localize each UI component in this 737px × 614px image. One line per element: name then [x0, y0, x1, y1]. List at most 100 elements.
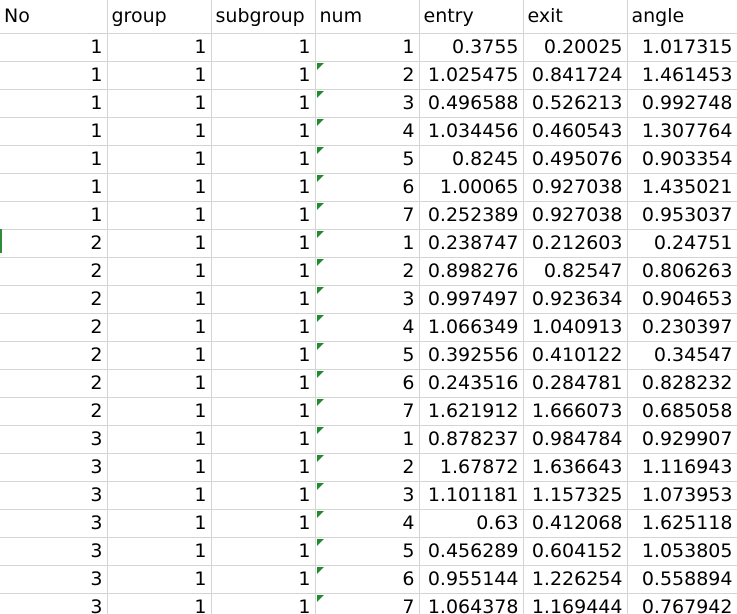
cell-no[interactable]: 3	[0, 565, 108, 594]
cell-no[interactable]: 3	[0, 593, 108, 614]
cell-angle[interactable]: 0.904653	[627, 285, 737, 314]
cell-group[interactable]: 1	[107, 313, 212, 342]
cell-group[interactable]: 1	[107, 89, 212, 118]
cell-group[interactable]: 1	[107, 397, 212, 426]
header-cell-angle[interactable]: angle	[627, 0, 737, 34]
cell-subgroup[interactable]: 1	[211, 481, 316, 510]
cell-no[interactable]: 1	[0, 61, 108, 90]
cell-no[interactable]: 3	[0, 509, 108, 538]
cell-entry[interactable]: 0.997497	[419, 285, 524, 314]
cell-group[interactable]: 1	[107, 257, 212, 286]
cell-no[interactable]: 2	[0, 257, 108, 286]
cell-entry[interactable]: 1.025475	[419, 61, 524, 90]
cell-subgroup[interactable]: 1	[211, 397, 316, 426]
cell-no[interactable]: 3	[0, 425, 108, 454]
cell-angle[interactable]: 1.053805	[627, 537, 737, 566]
cell-no[interactable]: 2	[0, 397, 108, 426]
cell-group[interactable]: 1	[107, 285, 212, 314]
cell-group[interactable]: 1	[107, 229, 212, 258]
cell-angle[interactable]: 0.929907	[627, 425, 737, 454]
cell-exit[interactable]: 0.927038	[523, 173, 628, 202]
cell-subgroup[interactable]: 1	[211, 117, 316, 146]
cell-exit[interactable]: 0.212603	[523, 229, 628, 258]
cell-exit[interactable]: 0.410122	[523, 341, 628, 370]
cell-group[interactable]: 1	[107, 509, 212, 538]
cell-angle[interactable]: 0.558894	[627, 565, 737, 594]
cell-num[interactable]: 6	[315, 369, 420, 398]
cell-subgroup[interactable]: 1	[211, 341, 316, 370]
cell-num[interactable]: 3	[315, 89, 420, 118]
cell-no[interactable]: 2	[0, 313, 108, 342]
cell-entry[interactable]: 1.00065	[419, 173, 524, 202]
cell-entry[interactable]: 1.621912	[419, 397, 524, 426]
cell-angle[interactable]: 0.992748	[627, 89, 737, 118]
header-cell-group[interactable]: group	[107, 0, 212, 34]
cell-group[interactable]: 1	[107, 117, 212, 146]
cell-no[interactable]: 2	[0, 369, 108, 398]
cell-entry[interactable]: 1.67872	[419, 453, 524, 482]
cell-exit[interactable]: 1.226254	[523, 565, 628, 594]
cell-entry[interactable]: 0.955144	[419, 565, 524, 594]
cell-exit[interactable]: 0.927038	[523, 201, 628, 230]
cell-entry[interactable]: 1.101181	[419, 481, 524, 510]
header-cell-entry[interactable]: entry	[419, 0, 524, 34]
cell-angle[interactable]: 0.230397	[627, 313, 737, 342]
cell-num[interactable]: 4	[315, 117, 420, 146]
cell-num[interactable]: 2	[315, 257, 420, 286]
cell-angle[interactable]: 0.953037	[627, 201, 737, 230]
cell-angle[interactable]: 0.24751	[627, 229, 737, 258]
cell-exit[interactable]: 0.412068	[523, 509, 628, 538]
cell-num[interactable]: 2	[315, 453, 420, 482]
cell-subgroup[interactable]: 1	[211, 369, 316, 398]
cell-subgroup[interactable]: 1	[211, 201, 316, 230]
cell-subgroup[interactable]: 1	[211, 537, 316, 566]
cell-num[interactable]: 5	[315, 537, 420, 566]
cell-group[interactable]: 1	[107, 369, 212, 398]
cell-subgroup[interactable]: 1	[211, 509, 316, 538]
cell-num[interactable]: 5	[315, 341, 420, 370]
cell-entry[interactable]: 0.8245	[419, 145, 524, 174]
cell-subgroup[interactable]: 1	[211, 173, 316, 202]
cell-no[interactable]: 3	[0, 537, 108, 566]
cell-entry[interactable]: 1.066349	[419, 313, 524, 342]
cell-group[interactable]: 1	[107, 145, 212, 174]
cell-group[interactable]: 1	[107, 481, 212, 510]
cell-no[interactable]: 1	[0, 173, 108, 202]
cell-group[interactable]: 1	[107, 537, 212, 566]
cell-subgroup[interactable]: 1	[211, 145, 316, 174]
cell-num[interactable]: 3	[315, 481, 420, 510]
cell-exit[interactable]: 0.923634	[523, 285, 628, 314]
cell-no[interactable]: 1	[0, 201, 108, 230]
cell-subgroup[interactable]: 1	[211, 61, 316, 90]
cell-subgroup[interactable]: 1	[211, 453, 316, 482]
cell-subgroup[interactable]: 1	[211, 89, 316, 118]
cell-angle[interactable]: 1.017315	[627, 33, 737, 62]
cell-no[interactable]: 1	[0, 145, 108, 174]
cell-exit[interactable]: 0.604152	[523, 537, 628, 566]
cell-exit[interactable]: 0.460543	[523, 117, 628, 146]
cell-entry[interactable]: 0.238747	[419, 229, 524, 258]
cell-angle[interactable]: 1.625118	[627, 509, 737, 538]
spreadsheet-grid[interactable]: No group subgroup num entry exit angle 1…	[0, 0, 737, 614]
cell-angle[interactable]: 0.34547	[627, 341, 737, 370]
cell-no[interactable]: 2	[0, 341, 108, 370]
cell-entry[interactable]: 1.034456	[419, 117, 524, 146]
cell-group[interactable]: 1	[107, 341, 212, 370]
cell-group[interactable]: 1	[107, 201, 212, 230]
cell-exit[interactable]: 1.666073	[523, 397, 628, 426]
cell-angle[interactable]: 0.685058	[627, 397, 737, 426]
cell-subgroup[interactable]: 1	[211, 313, 316, 342]
cell-no[interactable]: 1	[0, 33, 108, 62]
cell-exit[interactable]: 1.040913	[523, 313, 628, 342]
cell-exit[interactable]: 0.526213	[523, 89, 628, 118]
cell-angle[interactable]: 1.073953	[627, 481, 737, 510]
cell-num[interactable]: 6	[315, 173, 420, 202]
cell-num[interactable]: 2	[315, 61, 420, 90]
cell-entry[interactable]: 1.064378	[419, 593, 524, 614]
cell-exit[interactable]: 0.20025	[523, 33, 628, 62]
cell-num[interactable]: 1	[315, 229, 420, 258]
cell-num[interactable]: 1	[315, 425, 420, 454]
cell-entry[interactable]: 0.252389	[419, 201, 524, 230]
cell-num[interactable]: 3	[315, 285, 420, 314]
cell-num[interactable]: 5	[315, 145, 420, 174]
